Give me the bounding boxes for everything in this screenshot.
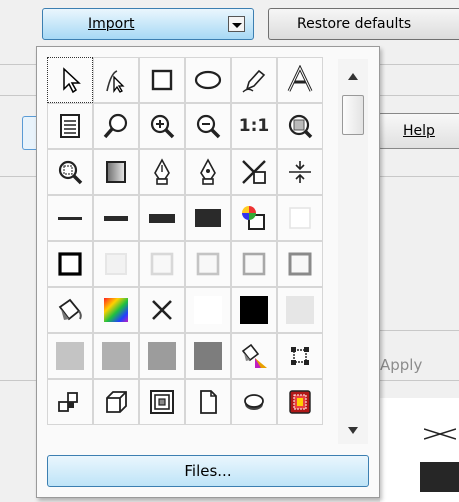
zoom-one-to-one-label: 1:1 xyxy=(238,116,270,136)
toolbar-icon-picker-popup: 1:1 Files... xyxy=(36,46,380,498)
select-arrow-icon[interactable] xyxy=(47,57,93,103)
zoom-in-icon[interactable] xyxy=(139,103,185,149)
files-button[interactable]: Files... xyxy=(47,455,369,487)
thick-bar-icon[interactable] xyxy=(139,195,185,241)
restore-defaults-label: Restore defaults xyxy=(297,16,412,32)
white-fill-icon[interactable] xyxy=(185,287,231,333)
black-fill-icon[interactable] xyxy=(231,287,277,333)
pen-outline-icon[interactable] xyxy=(185,149,231,195)
help-button[interactable]: Help xyxy=(378,113,459,149)
gray-outline-square-icon[interactable] xyxy=(185,241,231,287)
pen-nib-icon[interactable] xyxy=(139,149,185,195)
chevron-down-icon[interactable] xyxy=(228,16,245,32)
help-label: Help xyxy=(403,123,435,139)
light-outline-square-icon[interactable] xyxy=(139,241,185,287)
mid-outline-square-icon[interactable] xyxy=(231,241,277,287)
page-icon[interactable] xyxy=(185,379,231,425)
zoom-one-to-one-icon[interactable]: 1:1 xyxy=(231,103,277,149)
thicker-bar-icon[interactable] xyxy=(185,195,231,241)
document-icon[interactable] xyxy=(47,103,93,149)
black-outline-square-icon[interactable] xyxy=(47,241,93,287)
dark-outline-square-icon[interactable] xyxy=(277,241,323,287)
gray-fill-80-icon[interactable] xyxy=(185,333,231,379)
text-tool-icon[interactable] xyxy=(277,57,323,103)
line-style-swatch-icon xyxy=(424,428,456,440)
import-label: Import xyxy=(88,16,135,32)
color-wheel-icon[interactable] xyxy=(231,195,277,241)
vertical-scrollbar[interactable] xyxy=(338,59,368,444)
concentric-squares-icon[interactable] xyxy=(139,379,185,425)
apply-button[interactable]: Apply xyxy=(380,356,422,374)
import-dropdown-button[interactable]: Import xyxy=(42,8,254,40)
fill-bucket-icon[interactable] xyxy=(47,287,93,333)
files-label: Files... xyxy=(184,462,232,480)
light-gray-fill-icon[interactable] xyxy=(277,287,323,333)
color-palette-icon[interactable] xyxy=(93,287,139,333)
zoom-selection-icon[interactable] xyxy=(47,149,93,195)
node-edit-icon[interactable] xyxy=(93,57,139,103)
red-stamp-icon[interactable] xyxy=(277,379,323,425)
pencil-tool-icon[interactable] xyxy=(231,57,277,103)
snap-icon[interactable] xyxy=(277,149,323,195)
dark-color-swatch xyxy=(420,462,459,492)
button-shape-icon[interactable] xyxy=(231,379,277,425)
gray-fill-40-icon[interactable] xyxy=(93,333,139,379)
scroll-down-arrow-icon[interactable] xyxy=(338,419,368,441)
thin-line-icon[interactable] xyxy=(47,195,93,241)
medium-line-icon[interactable] xyxy=(93,195,139,241)
shapes-icon[interactable] xyxy=(47,379,93,425)
divider xyxy=(380,330,459,331)
no-fill-x-icon[interactable] xyxy=(139,287,185,333)
rectangle-tool-icon[interactable] xyxy=(139,57,185,103)
scrollbar-thumb[interactable] xyxy=(342,95,364,135)
gray-fill-20-icon[interactable] xyxy=(47,333,93,379)
zoom-icon[interactable] xyxy=(93,103,139,149)
zoom-fit-icon[interactable] xyxy=(277,103,323,149)
ellipse-tool-icon[interactable] xyxy=(185,57,231,103)
scroll-up-arrow-icon[interactable] xyxy=(338,65,368,87)
node-handles-icon[interactable] xyxy=(277,333,323,379)
cross-box-icon[interactable] xyxy=(231,149,277,195)
fill-color-icon[interactable] xyxy=(231,333,277,379)
3d-box-icon[interactable] xyxy=(93,379,139,425)
gray-fill-60-icon[interactable] xyxy=(139,333,185,379)
blank-square-icon[interactable] xyxy=(277,195,323,241)
faint-square-icon[interactable] xyxy=(93,241,139,287)
restore-defaults-button[interactable]: Restore defaults xyxy=(268,8,459,40)
gradient-box-icon[interactable] xyxy=(93,149,139,195)
zoom-out-icon[interactable] xyxy=(185,103,231,149)
